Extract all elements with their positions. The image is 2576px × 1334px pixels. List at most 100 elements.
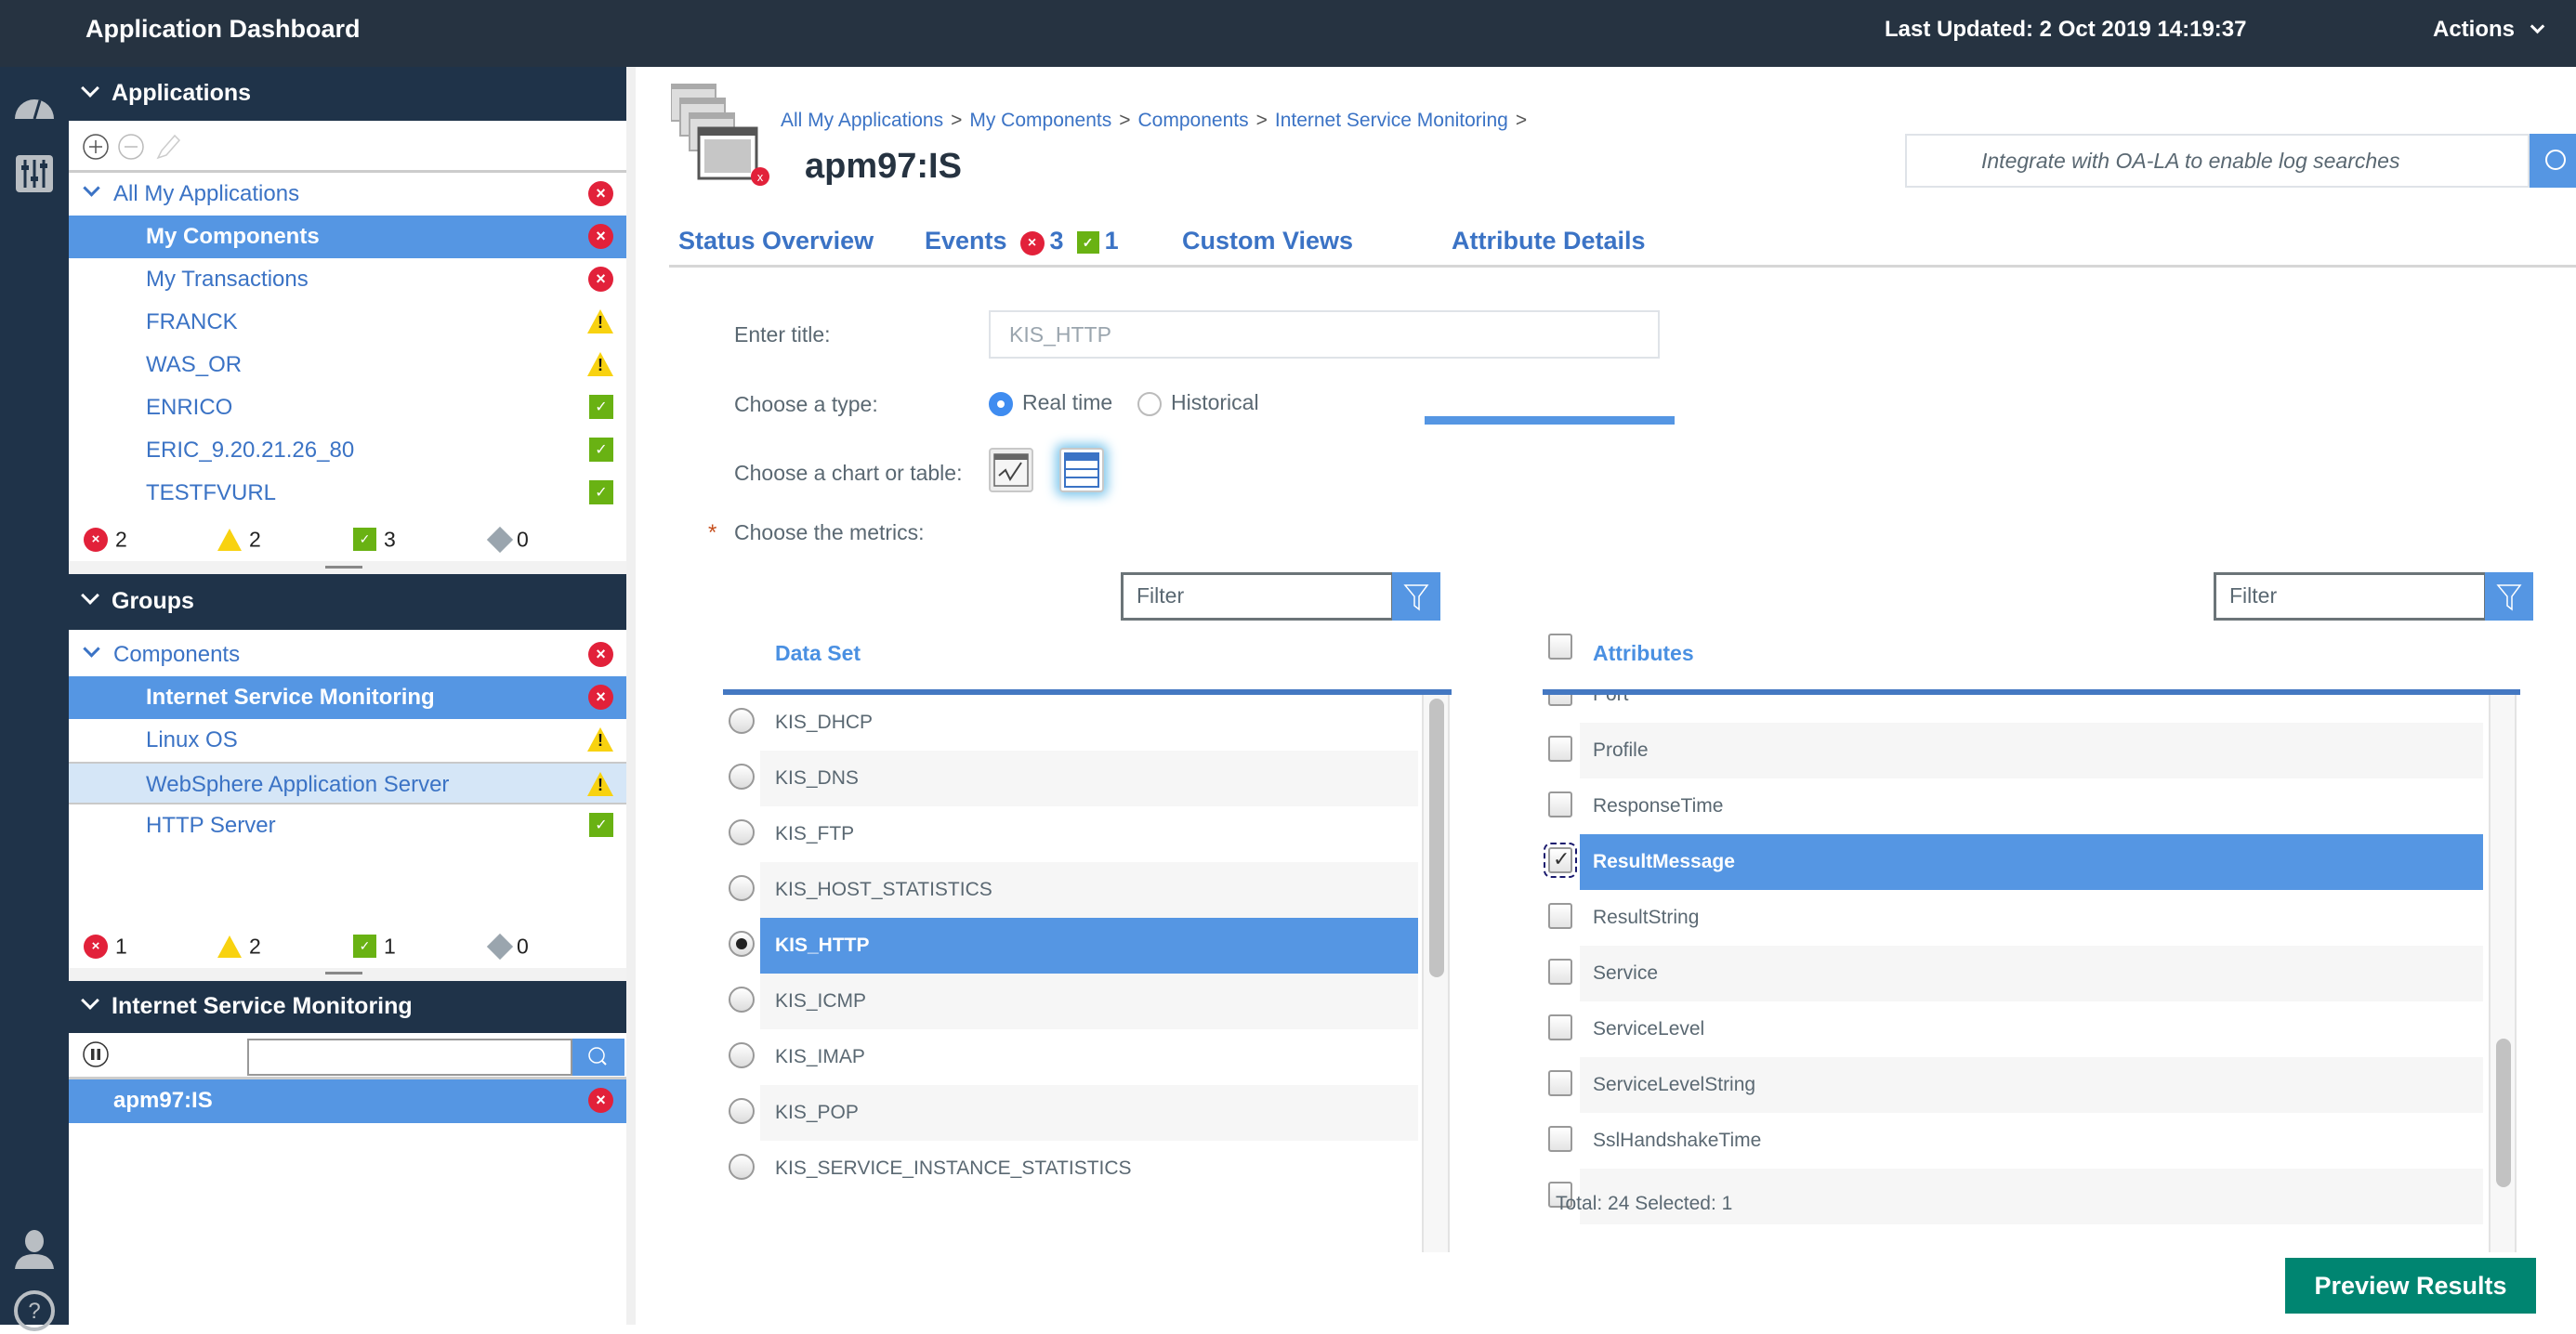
dataset-row[interactable]: KIS_FTP	[723, 806, 1452, 862]
attribute-checkbox[interactable]	[1548, 791, 1572, 817]
tab-custom-views[interactable]: Custom Views	[1182, 227, 1353, 255]
splitter[interactable]	[626, 67, 636, 1325]
dashboard-gauge-icon[interactable]	[11, 82, 58, 128]
actions-menu-button[interactable]: Actions	[2433, 17, 2544, 43]
dataset-radio[interactable]	[729, 764, 755, 790]
dataset-radio[interactable]	[729, 1154, 755, 1180]
attribute-row[interactable]: ResponseTime	[1543, 778, 2520, 834]
dataset-radio[interactable]	[729, 708, 755, 734]
tree-item-linux-os[interactable]: Linux OS	[69, 719, 626, 762]
tree-item-my-transactions[interactable]: My Transactions ×	[69, 258, 626, 301]
attribute-row[interactable]: ServiceLevel	[1543, 1001, 2520, 1057]
applications-section-header[interactable]: Applications	[69, 67, 626, 121]
resize-handle[interactable]	[69, 968, 626, 981]
breadcrumb-link[interactable]: Internet Service Monitoring	[1275, 110, 1508, 131]
tree-item-franck[interactable]: FRANCK	[69, 301, 626, 344]
attributes-filter-button[interactable]	[2485, 572, 2533, 621]
tree-item-eric[interactable]: ERIC_9.20.21.26_80 ✓	[69, 429, 626, 472]
dataset-row[interactable]: KIS_DNS	[723, 751, 1452, 806]
tab-status-overview[interactable]: Status Overview	[678, 227, 874, 255]
critical-count[interactable]: × 1	[84, 933, 127, 959]
dataset-radio[interactable]	[729, 931, 755, 957]
instance-search-input[interactable]	[247, 1039, 572, 1076]
attributes-scrollbar[interactable]	[2489, 695, 2517, 1252]
attribute-row[interactable]: Profile	[1543, 723, 2520, 778]
attribute-checkbox[interactable]	[1548, 1126, 1572, 1152]
normal-count[interactable]: ✓ 3	[353, 526, 396, 552]
preview-results-button[interactable]: Preview Results	[2285, 1258, 2536, 1314]
tree-item-http-server[interactable]: HTTP Server ✓	[69, 804, 626, 847]
groups-section-header[interactable]: Groups	[69, 574, 626, 630]
dataset-row[interactable]: KIS_ICMP	[723, 974, 1452, 1029]
type-option-historical[interactable]: Historical	[1137, 390, 1259, 416]
dataset-radio[interactable]	[729, 987, 755, 1013]
normal-count[interactable]: ✓ 1	[353, 933, 396, 959]
attribute-checkbox[interactable]	[1548, 959, 1572, 985]
instances-section-header[interactable]: Internet Service Monitoring	[69, 981, 626, 1033]
breadcrumb-link[interactable]: Components	[1138, 110, 1249, 131]
attribute-row[interactable]: Port	[1543, 695, 2520, 723]
resize-handle[interactable]	[69, 561, 626, 574]
warning-count[interactable]: 2	[217, 526, 261, 552]
dataset-radio[interactable]	[729, 819, 755, 845]
tree-item-websphere-application-server[interactable]: WebSphere Application Server	[69, 762, 626, 804]
line-chart-option[interactable]	[989, 448, 1033, 492]
log-search-input[interactable]: Integrate with OA-LA to enable log searc…	[1905, 134, 2530, 188]
dataset-scrollbar[interactable]	[1422, 695, 1450, 1252]
tree-item-testfvurl[interactable]: TESTFVURL ✓	[69, 472, 626, 515]
pause-icon[interactable]	[82, 1039, 110, 1070]
dataset-radio[interactable]	[729, 875, 755, 901]
select-all-checkbox[interactable]	[1548, 634, 1572, 660]
critical-count[interactable]: × 2	[84, 526, 127, 552]
tree-item-internet-service-monitoring[interactable]: Internet Service Monitoring ×	[69, 676, 626, 719]
tree-item-my-components[interactable]: My Components ×	[69, 216, 626, 258]
table-option[interactable]	[1059, 448, 1104, 492]
warning-count[interactable]: 2	[217, 933, 261, 959]
tree-item-was-or[interactable]: WAS_OR	[69, 344, 626, 386]
tab-events[interactable]: Events × 3 ✓ 1	[925, 227, 1119, 255]
log-search-button[interactable]	[2530, 134, 2576, 188]
settings-sliders-icon[interactable]	[11, 150, 58, 197]
dataset-column-header[interactable]: Data Set	[775, 641, 861, 666]
attribute-checkbox[interactable]	[1548, 695, 1572, 706]
attribute-row[interactable]: ResultMessage	[1543, 834, 2520, 890]
dataset-row[interactable]: KIS_DHCP	[723, 695, 1452, 751]
attribute-checkbox[interactable]	[1548, 1014, 1572, 1040]
attributes-column-header[interactable]: Attributes	[1593, 641, 1694, 666]
attribute-checkbox[interactable]	[1548, 1070, 1572, 1096]
tab-attribute-details[interactable]: Attribute Details	[1452, 227, 1646, 255]
attribute-row[interactable]: Service	[1543, 946, 2520, 1001]
dataset-row[interactable]: KIS_SERVICE_INSTANCE_STATISTICS	[723, 1141, 1452, 1197]
edit-icon[interactable]	[154, 132, 182, 162]
scroll-thumb[interactable]	[2496, 1039, 2511, 1187]
attribute-row[interactable]: ServiceLevelString	[1543, 1057, 2520, 1113]
unknown-count[interactable]: 0	[486, 526, 529, 554]
instance-item-apm97-is[interactable]: apm97:IS ×	[69, 1079, 626, 1123]
attribute-checkbox[interactable]	[1548, 736, 1572, 762]
dataset-row[interactable]: KIS_IMAP	[723, 1029, 1452, 1085]
instance-search-button[interactable]	[572, 1039, 624, 1076]
help-icon[interactable]: ?	[11, 1288, 58, 1334]
attribute-checkbox[interactable]	[1548, 903, 1572, 929]
dataset-filter-input[interactable]: Filter	[1121, 572, 1394, 621]
dataset-filter-button[interactable]	[1392, 572, 1440, 621]
breadcrumb-link[interactable]: My Components	[969, 110, 1111, 131]
dataset-row[interactable]: KIS_HTTP	[723, 918, 1452, 974]
dataset-radio[interactable]	[729, 1098, 755, 1124]
attribute-checkbox[interactable]	[1544, 843, 1577, 878]
dataset-row[interactable]: KIS_POP	[723, 1085, 1452, 1141]
unknown-count[interactable]: 0	[486, 933, 529, 961]
scroll-thumb[interactable]	[1429, 699, 1444, 977]
add-icon[interactable]	[82, 133, 110, 161]
attribute-row[interactable]: ResultString	[1543, 890, 2520, 946]
tree-item-components[interactable]: Components ×	[69, 634, 626, 676]
remove-icon[interactable]	[117, 133, 145, 161]
tree-item-enrico[interactable]: ENRICO ✓	[69, 386, 626, 429]
tree-item-all-my-applications[interactable]: All My Applications ×	[69, 173, 626, 216]
attribute-row[interactable]: SslHandshakeTime	[1543, 1113, 2520, 1169]
dataset-radio[interactable]	[729, 1042, 755, 1068]
user-icon[interactable]	[11, 1226, 58, 1273]
type-option-real-time[interactable]: Real time	[989, 390, 1112, 416]
title-input[interactable]	[989, 310, 1660, 359]
dataset-row[interactable]: KIS_HOST_STATISTICS	[723, 862, 1452, 918]
